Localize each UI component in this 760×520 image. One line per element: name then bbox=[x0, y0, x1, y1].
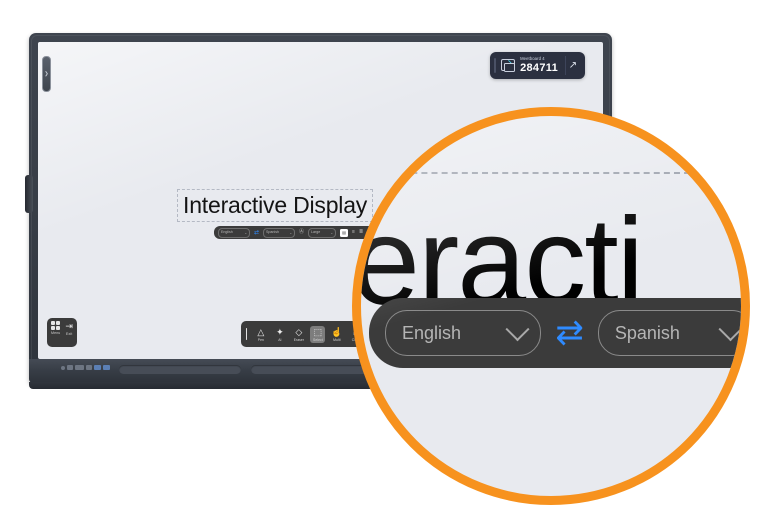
magnified-target-language-value: Spanish bbox=[614, 322, 680, 343]
grid-menu-icon bbox=[51, 321, 61, 330]
swap-arrows-icon[interactable]: ⇄ bbox=[555, 316, 584, 350]
magnified-source-language-select[interactable]: English bbox=[385, 310, 542, 356]
source-language-select[interactable]: English ⌄ bbox=[218, 227, 250, 238]
chevron-down-icon bbox=[718, 316, 741, 341]
side-handle-icon bbox=[25, 175, 33, 213]
magnified-selection-border-top bbox=[381, 172, 741, 174]
cast-badge-text: Meetboard 4 284711 bbox=[520, 56, 558, 74]
dock-drag-handle[interactable] bbox=[246, 328, 248, 340]
menu-button-label: Menu bbox=[51, 331, 61, 335]
cast-device-name: Meetboard 4 bbox=[520, 56, 545, 62]
select-icon: ⬚ bbox=[313, 326, 323, 337]
chevron-down-icon bbox=[505, 316, 530, 341]
usb-c-port-icon bbox=[86, 365, 92, 370]
bullet-list-icon[interactable]: ≡ bbox=[352, 230, 355, 235]
tool-multi-label: Multi bbox=[333, 337, 341, 342]
swap-arrows-icon[interactable]: ⇄ bbox=[254, 230, 259, 236]
font-size-value: Large bbox=[311, 229, 321, 234]
menu-dock[interactable]: Menu ⇥ Exit bbox=[47, 318, 77, 347]
tool-eraser-label: Eraser bbox=[293, 337, 305, 342]
magnified-translate-toolbar[interactable]: English ⇄ Spanish A 中 bbox=[369, 298, 741, 368]
source-language-value: English bbox=[221, 229, 233, 234]
cast-status-badge[interactable]: Meetboard 4 284711 ↗ bbox=[490, 52, 585, 79]
expand-arrows-icon[interactable]: ↗ bbox=[565, 56, 580, 75]
tool-select[interactable]: ⬚ Select bbox=[310, 325, 326, 343]
exit-button-label: Exit bbox=[65, 332, 73, 336]
speaker-grille-left bbox=[119, 365, 241, 374]
magnifier-callout: eracti English ⇄ Spanish A 中 bbox=[352, 107, 750, 505]
power-led-icon bbox=[61, 365, 65, 370]
chevron-down-icon: ⌄ bbox=[244, 230, 247, 235]
cast-screen-icon bbox=[501, 59, 516, 72]
exit-icon: ⇥ bbox=[65, 321, 73, 331]
eraser-icon: ◇ bbox=[295, 326, 303, 337]
pen-icon: △ bbox=[257, 326, 265, 337]
tool-multi[interactable]: ☝ Multi bbox=[329, 326, 344, 343]
canvas-text-object[interactable]: Interactive Display bbox=[177, 189, 374, 222]
tool-pen[interactable]: △ Pen bbox=[253, 326, 268, 343]
exit-button[interactable]: ⇥ Exit bbox=[65, 321, 73, 336]
tool-pen-label: Pen bbox=[257, 337, 264, 342]
multi-touch-icon: ☝ bbox=[331, 326, 343, 337]
usb3-port-icon-2 bbox=[103, 365, 110, 370]
tool-eraser[interactable]: ◇ Eraser bbox=[291, 326, 306, 343]
screen-side-drawer-button[interactable]: ❯ bbox=[42, 56, 51, 92]
translate-icon[interactable]: Ⓐ bbox=[299, 230, 304, 235]
hdmi-port-icon bbox=[75, 365, 84, 370]
target-language-value: Spanish bbox=[266, 229, 280, 234]
font-size-select[interactable]: Large ⌄ bbox=[308, 227, 337, 238]
target-language-select[interactable]: Spanish ⌄ bbox=[263, 227, 296, 238]
ai-wand-icon: ✦ bbox=[276, 326, 284, 337]
usb-port-icon bbox=[67, 365, 73, 370]
badge-drag-handle[interactable] bbox=[494, 58, 497, 73]
menu-button[interactable]: Menu bbox=[51, 321, 60, 335]
cast-session-code: 284711 bbox=[520, 61, 558, 74]
speaker-grille-center bbox=[251, 365, 373, 374]
magnifier-content: eracti English ⇄ Spanish A 中 bbox=[361, 116, 741, 496]
align-icon[interactable]: ▤ bbox=[340, 228, 349, 237]
device-ports bbox=[61, 365, 110, 370]
magnified-target-language-select[interactable]: Spanish bbox=[597, 310, 741, 356]
tool-ai-label: AI bbox=[278, 337, 282, 342]
magnified-source-language-value: English bbox=[402, 322, 462, 343]
usb3-port-icon bbox=[94, 365, 101, 370]
chevron-down-icon: ⌄ bbox=[289, 230, 293, 235]
tool-ai[interactable]: ✦ AI bbox=[272, 326, 287, 343]
tool-select-label: Select bbox=[313, 337, 323, 342]
chevron-down-icon: ⌄ bbox=[330, 230, 334, 235]
